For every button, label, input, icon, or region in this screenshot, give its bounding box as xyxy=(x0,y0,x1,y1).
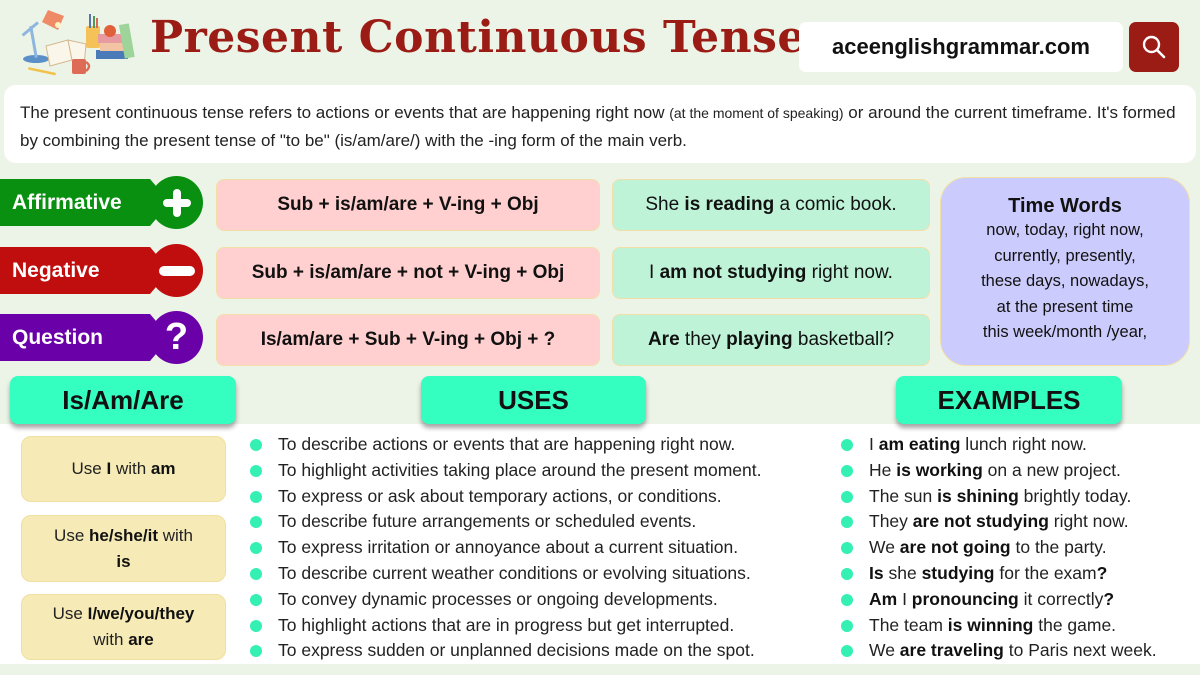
uses-item: To describe future arrangements or sched… xyxy=(250,509,761,535)
minus-icon xyxy=(150,244,203,297)
books-lamp-illustration xyxy=(21,10,135,76)
negative-formula: Sub + is/am/are + not + V-ing + Obj xyxy=(216,247,600,299)
time-words-line: this week/month /year, xyxy=(982,323,1148,341)
header: Present Continuous Tense aceenglishgramm… xyxy=(0,0,1200,82)
bullet-icon xyxy=(250,464,262,477)
examples-list: I am eating lunch right now. He is worki… xyxy=(841,432,1157,664)
time-words-box: Time Words now, today, right now, curren… xyxy=(940,177,1190,366)
time-words-line: at the present time xyxy=(996,297,1134,316)
examples-header: EXAMPLES xyxy=(896,376,1122,424)
plus-icon xyxy=(150,176,203,229)
negative-example: I am not studying right now. xyxy=(612,247,930,299)
negative-tag: Negative xyxy=(0,244,203,297)
uses-item: To describe current weather conditions o… xyxy=(250,561,761,587)
site-url-box[interactable]: aceenglishgrammar.com xyxy=(799,22,1123,72)
question-tag: Question ? xyxy=(0,311,203,364)
uses-item: To highlight activities taking place aro… xyxy=(250,458,761,484)
uses-list: To describe actions or events that are h… xyxy=(250,432,761,664)
bullet-icon xyxy=(250,542,262,555)
bullet-icon xyxy=(841,516,853,529)
question-example: Are they playing basketball? xyxy=(612,314,930,366)
site-url[interactable]: aceenglishgrammar.com xyxy=(832,34,1090,60)
bullet-icon xyxy=(841,439,853,451)
bullet-icon xyxy=(250,516,262,529)
examples-item: We are not going to the party. xyxy=(841,535,1157,561)
time-words-title: Time Words xyxy=(1008,195,1122,217)
bullet-icon xyxy=(841,464,853,477)
affirmative-tag: Affirmative xyxy=(0,176,203,229)
intro-text-1: The present continuous tense refers to a… xyxy=(20,103,670,122)
rule-is: Use he/she/it with is xyxy=(21,515,226,582)
examples-item: Is she studying for the exam? xyxy=(841,561,1157,587)
examples-item: The sun is shining brightly today. xyxy=(841,484,1157,510)
negative-label: Negative xyxy=(0,247,170,294)
question-formula: Is/am/are + Sub + V-ing + Obj + ? xyxy=(216,314,600,366)
bullet-icon xyxy=(841,593,853,606)
bullet-icon xyxy=(250,593,262,606)
examples-item: I am eating lunch right now. xyxy=(841,432,1157,458)
affirmative-example: She is reading a comic book. xyxy=(612,179,930,231)
is-am-are-header: Is/Am/Are xyxy=(10,376,236,424)
affirmative-formula: Sub + is/am/are + V-ing + Obj xyxy=(216,179,600,231)
uses-header: USES xyxy=(421,376,646,424)
time-words-line: now, today, right now, xyxy=(986,221,1144,239)
rule-am: Use I with am xyxy=(21,436,226,502)
bullet-icon xyxy=(250,645,262,658)
bullet-icon xyxy=(841,567,853,580)
bullet-icon xyxy=(250,567,262,580)
question-label: Question xyxy=(0,314,170,361)
intro-text-small: (at the moment of speaking) xyxy=(669,105,844,121)
bullet-icon xyxy=(841,645,853,658)
question-mark-icon: ? xyxy=(150,311,203,364)
page-title: Present Continuous Tense xyxy=(150,12,806,63)
examples-item: They are not studying right now. xyxy=(841,509,1157,535)
examples-item: Am I pronouncing it correctly? xyxy=(841,587,1157,613)
examples-item: The team is winning the game. xyxy=(841,613,1157,639)
bullet-icon xyxy=(250,439,262,451)
time-words-line: these days, nowadays, xyxy=(981,272,1149,290)
examples-item: We are traveling to Paris next week. xyxy=(841,638,1157,664)
bullet-icon xyxy=(841,490,853,503)
examples-item: He is working on a new project. xyxy=(841,458,1157,484)
uses-item: To express sudden or unplanned decisions… xyxy=(250,638,761,664)
intro-definition: The present continuous tense refers to a… xyxy=(4,85,1196,163)
search-icon xyxy=(1142,35,1166,59)
uses-item: To express or ask about temporary action… xyxy=(250,484,761,510)
bullet-icon xyxy=(250,619,262,632)
rule-are: Use I/we/you/they with are xyxy=(21,594,226,660)
bullet-icon xyxy=(250,490,262,503)
search-button[interactable] xyxy=(1129,22,1179,72)
uses-item: To highlight actions that are in progres… xyxy=(250,613,761,639)
uses-item: To convey dynamic processes or ongoing d… xyxy=(250,587,761,613)
bullet-icon xyxy=(841,619,853,632)
time-words-line: currently, presently, xyxy=(994,246,1136,265)
uses-item: To express irritation or annoyance about… xyxy=(250,535,761,561)
bullet-icon xyxy=(841,542,853,555)
uses-item: To describe actions or events that are h… xyxy=(250,432,761,458)
affirmative-label: Affirmative xyxy=(0,179,170,226)
